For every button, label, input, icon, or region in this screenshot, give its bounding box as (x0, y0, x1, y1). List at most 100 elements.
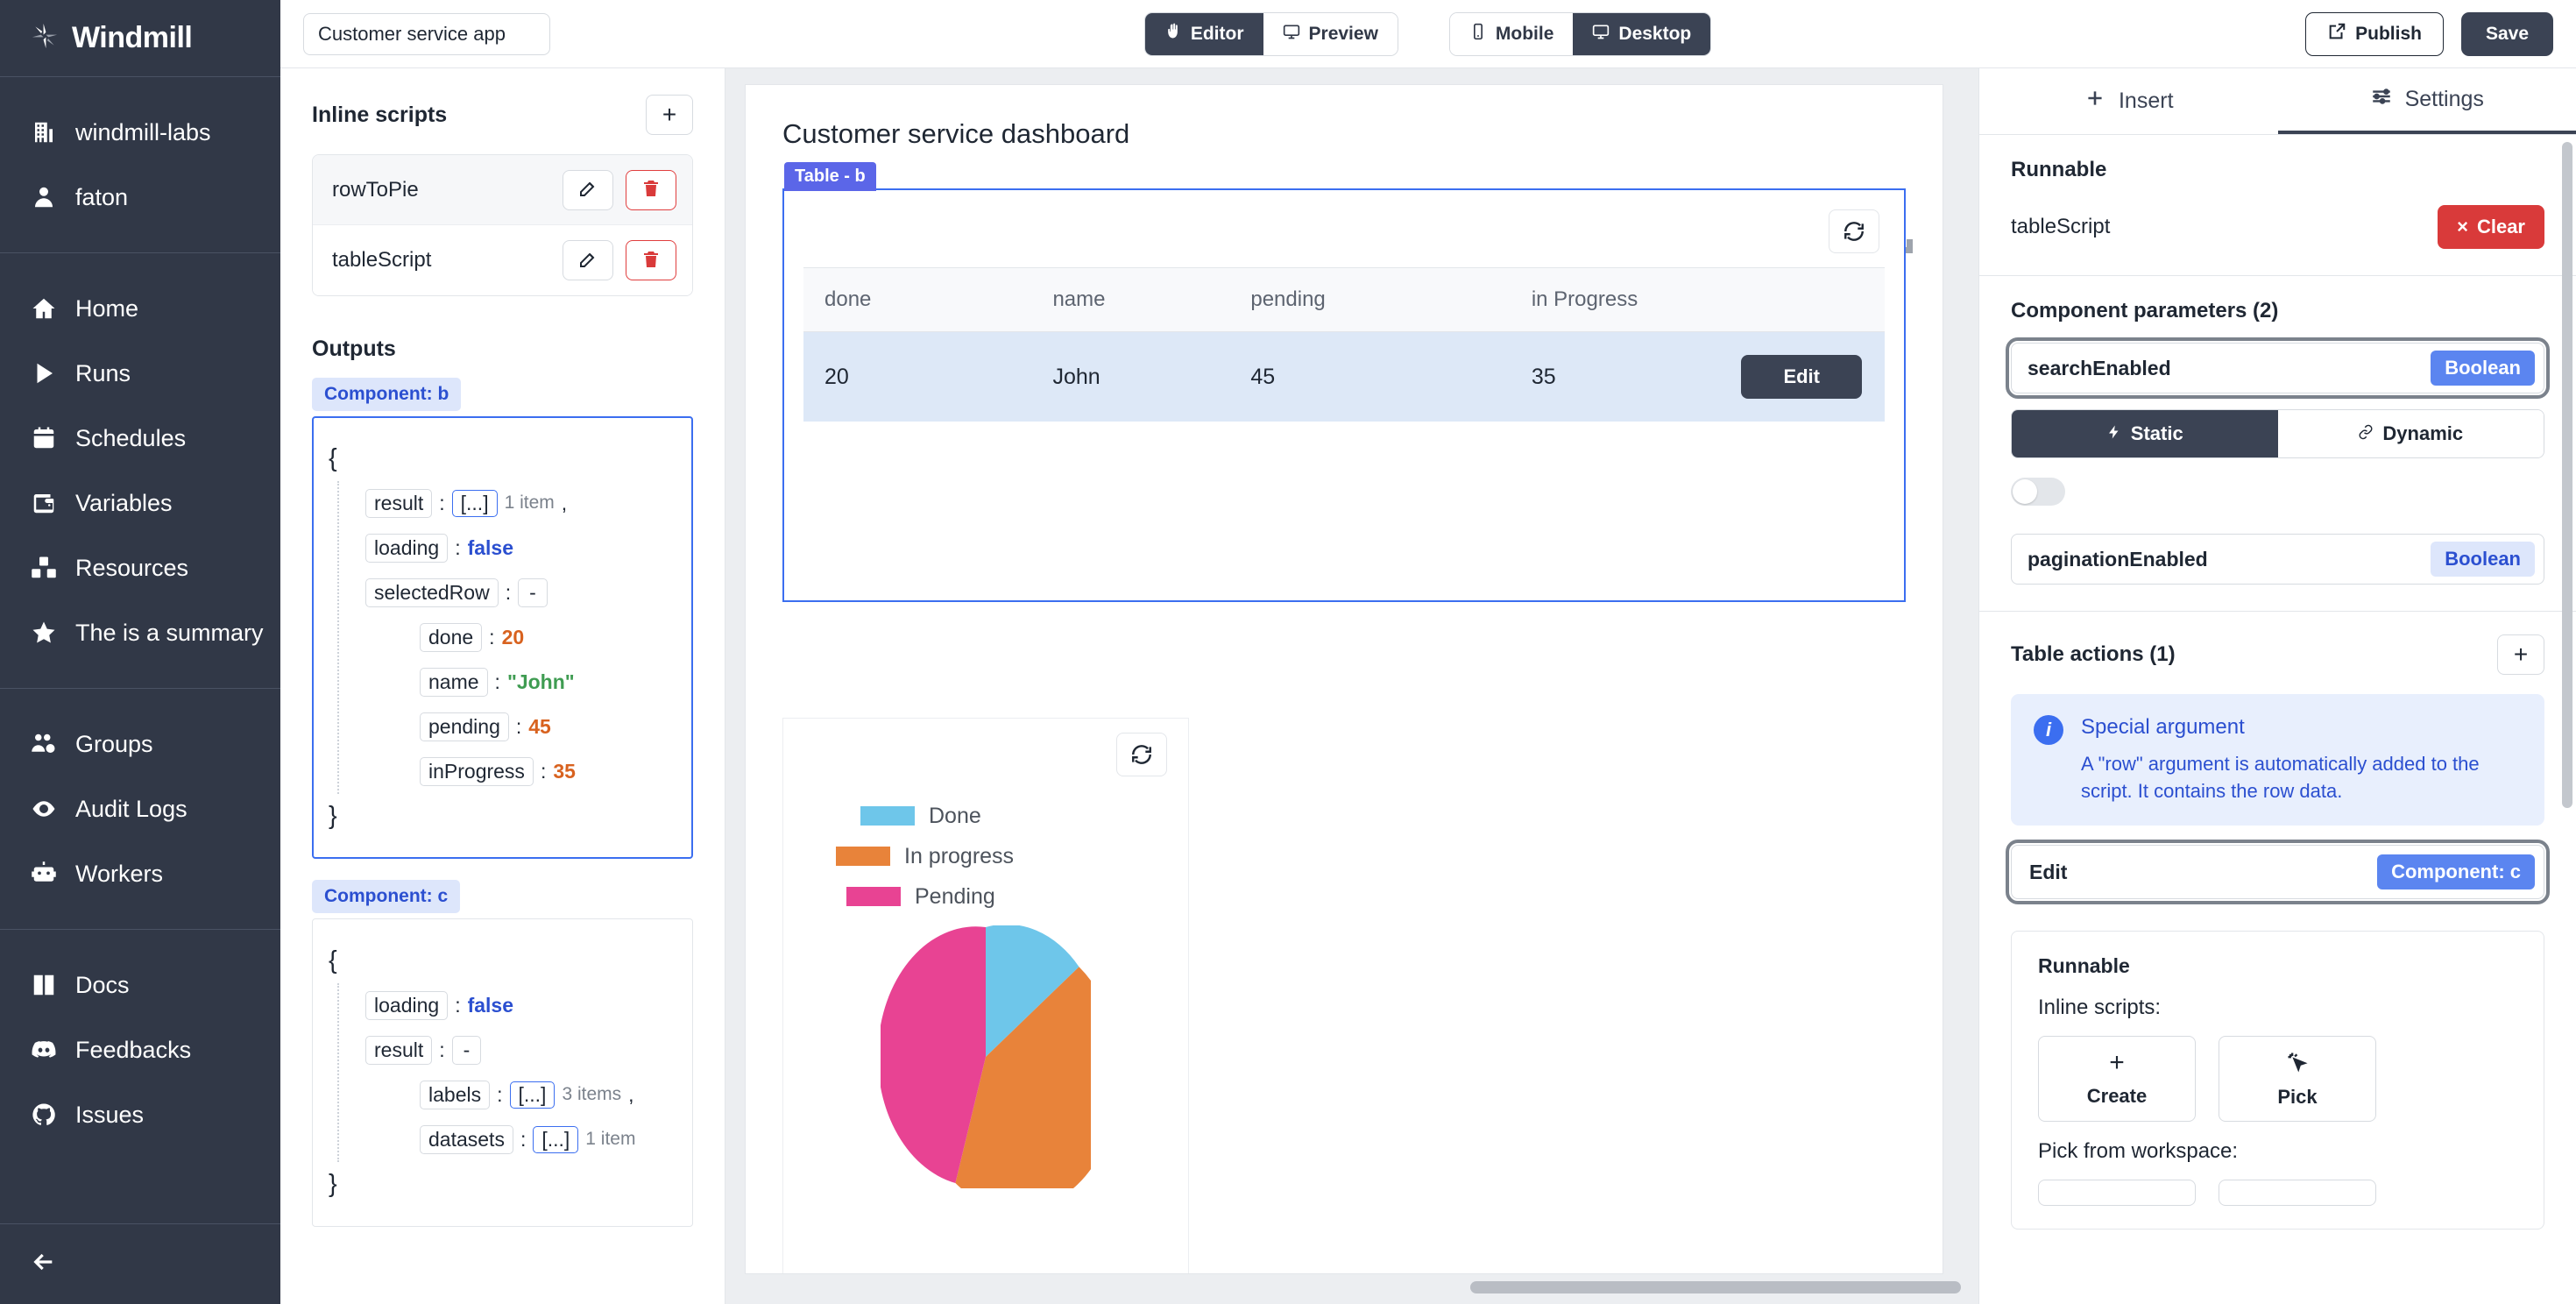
special-argument-info: i Special argument A "row" argument is a… (2011, 694, 2544, 826)
sidebar-item-variables[interactable]: Variables (0, 471, 280, 535)
workspace-option-a[interactable] (2038, 1180, 2196, 1206)
add-table-action-button[interactable]: + (2497, 634, 2544, 675)
sidebar-item-workspace[interactable]: windmill-labs (0, 100, 280, 165)
sidebar-item-runs[interactable]: Runs (0, 341, 280, 406)
groups-icon (30, 730, 58, 758)
script-name: rowToPie (332, 178, 419, 202)
table-action-edit[interactable]: Edit Component: c (2011, 845, 2544, 899)
json-colon: : (439, 493, 444, 514)
column-header-name[interactable]: name (1031, 268, 1229, 332)
refresh-icon[interactable] (1829, 209, 1879, 253)
sidebar-item-user[interactable]: faton (0, 165, 280, 230)
publish-button[interactable]: Publish (2305, 12, 2444, 56)
sidebar-help-nav: Docs Feedbacks Issues (0, 930, 280, 1170)
sidebar-admin-nav: Groups Audit Logs Workers (0, 689, 280, 930)
close-icon: × (2457, 216, 2468, 238)
json-key: result (365, 1036, 432, 1065)
static-button[interactable]: Static (2012, 410, 2278, 457)
table-component[interactable]: Table - b done name (782, 188, 1906, 602)
column-header-in-progress[interactable]: in Progress (1511, 268, 1721, 332)
sidebar-collapse-button[interactable] (0, 1223, 280, 1304)
add-inline-script-button[interactable]: + (646, 95, 693, 135)
delete-script-button[interactable] (626, 240, 676, 280)
action-name: Edit (2029, 861, 2067, 884)
sidebar-item-label: The is a summary (75, 620, 264, 647)
runnable-name: tableScript (2011, 215, 2110, 239)
sidebar-item-home[interactable]: Home (0, 276, 280, 341)
column-header-done[interactable]: done (803, 268, 1031, 332)
table-row[interactable]: 20 John 45 35 Edit (803, 332, 1885, 422)
clear-label: Clear (2477, 216, 2525, 238)
outputs-title: Outputs (312, 337, 693, 362)
search-enabled-toggle[interactable] (2011, 478, 2065, 506)
output-json-b[interactable]: { result : [...] 1 item , loading : fa (312, 416, 693, 859)
sidebar-item-docs[interactable]: Docs (0, 953, 280, 1017)
sidebar-item-feedbacks[interactable]: Feedbacks (0, 1017, 280, 1082)
edit-script-button[interactable] (563, 170, 613, 210)
sidebar-item-summary[interactable]: The is a summary (0, 600, 280, 665)
pick-script-button[interactable]: Pick (2219, 1036, 2376, 1122)
json-row-labels[interactable]: labels : [...] 3 items , (420, 1073, 673, 1117)
dynamic-button[interactable]: Dynamic (2278, 410, 2544, 457)
sidebar-item-issues[interactable]: Issues (0, 1082, 280, 1147)
settings-scrollbar[interactable] (2562, 142, 2572, 808)
json-colon: : (439, 1039, 444, 1061)
create-script-button[interactable]: + Create (2038, 1036, 2196, 1122)
book-icon (30, 971, 58, 999)
json-key: name (420, 668, 488, 697)
json-value: false (468, 995, 513, 1017)
sidebar-item-groups[interactable]: Groups (0, 712, 280, 776)
refresh-icon[interactable] (1116, 733, 1167, 776)
clear-runnable-button[interactable]: × Clear (2438, 205, 2544, 249)
tab-settings[interactable]: Settings (2278, 68, 2576, 134)
list-item[interactable]: tableScript (313, 225, 692, 295)
tab-editor[interactable]: Editor (1145, 13, 1263, 55)
json-row-datasets[interactable]: datasets : [...] 1 item (420, 1117, 673, 1162)
delete-script-button[interactable] (626, 170, 676, 210)
sliders-icon (2370, 85, 2393, 114)
json-collapsed-array[interactable]: [...] (510, 1081, 556, 1109)
app-name-input[interactable] (303, 13, 550, 55)
json-collapsed-array[interactable]: [...] (533, 1126, 578, 1153)
sidebar-item-workers[interactable]: Workers (0, 841, 280, 906)
tab-insert[interactable]: Insert (1979, 68, 2278, 134)
output-json-c[interactable]: { loading : false result : - (312, 918, 693, 1227)
inline-scripts-label: Inline scripts: (2038, 996, 2517, 1020)
list-item[interactable]: rowToPie (313, 155, 692, 225)
json-key: labels (420, 1081, 490, 1109)
json-row-result[interactable]: result : [...] 1 item , (365, 481, 673, 526)
sidebar-logo[interactable]: Windmill (0, 0, 280, 77)
param-type-badge: Boolean (2431, 542, 2535, 577)
output-chip-b[interactable]: Component: b (312, 378, 461, 411)
sidebar-item-audit-logs[interactable]: Audit Logs (0, 776, 280, 841)
scrollbar-thumb[interactable] (1470, 1281, 1961, 1293)
tab-editor-label: Editor (1191, 24, 1244, 45)
app-canvas[interactable]: Customer service dashboard Table - b (745, 84, 1943, 1274)
tab-mobile[interactable]: Mobile (1450, 13, 1574, 55)
legend-label: Done (929, 804, 981, 829)
canvas-horizontal-scrollbar[interactable] (725, 1274, 1978, 1304)
plus-icon (2084, 87, 2106, 116)
wallet-icon (30, 489, 58, 517)
tab-preview[interactable]: Preview (1263, 13, 1398, 55)
param-search-enabled[interactable]: searchEnabled Boolean (2011, 343, 2544, 393)
app-root: Windmill windmill-labs faton Home (0, 0, 2576, 1304)
workspace-option-b[interactable] (2219, 1180, 2376, 1206)
column-header-pending[interactable]: pending (1229, 268, 1510, 332)
sidebar-account-group: windmill-labs faton (0, 77, 280, 253)
pie-chart-component[interactable]: Done In progress Pending (782, 718, 1189, 1274)
param-pagination-enabled[interactable]: paginationEnabled Boolean (2011, 534, 2544, 585)
row-edit-button[interactable]: Edit (1741, 355, 1862, 399)
output-chip-c[interactable]: Component: c (312, 880, 460, 913)
sidebar-item-resources[interactable]: Resources (0, 535, 280, 600)
edit-script-button[interactable] (563, 240, 613, 280)
component-parameters-title: Component parameters (2) (2011, 299, 2544, 323)
json-collapsed-array[interactable]: [...] (452, 490, 498, 517)
json-close-brace: } (329, 804, 337, 829)
table-actions-header: Table actions (1) + (2011, 634, 2544, 675)
json-row-inprogress: inProgress : 35 (420, 749, 673, 794)
save-button[interactable]: Save (2461, 12, 2553, 56)
publish-label: Publish (2355, 24, 2422, 45)
sidebar-item-schedules[interactable]: Schedules (0, 406, 280, 471)
tab-desktop[interactable]: Desktop (1573, 13, 1710, 55)
